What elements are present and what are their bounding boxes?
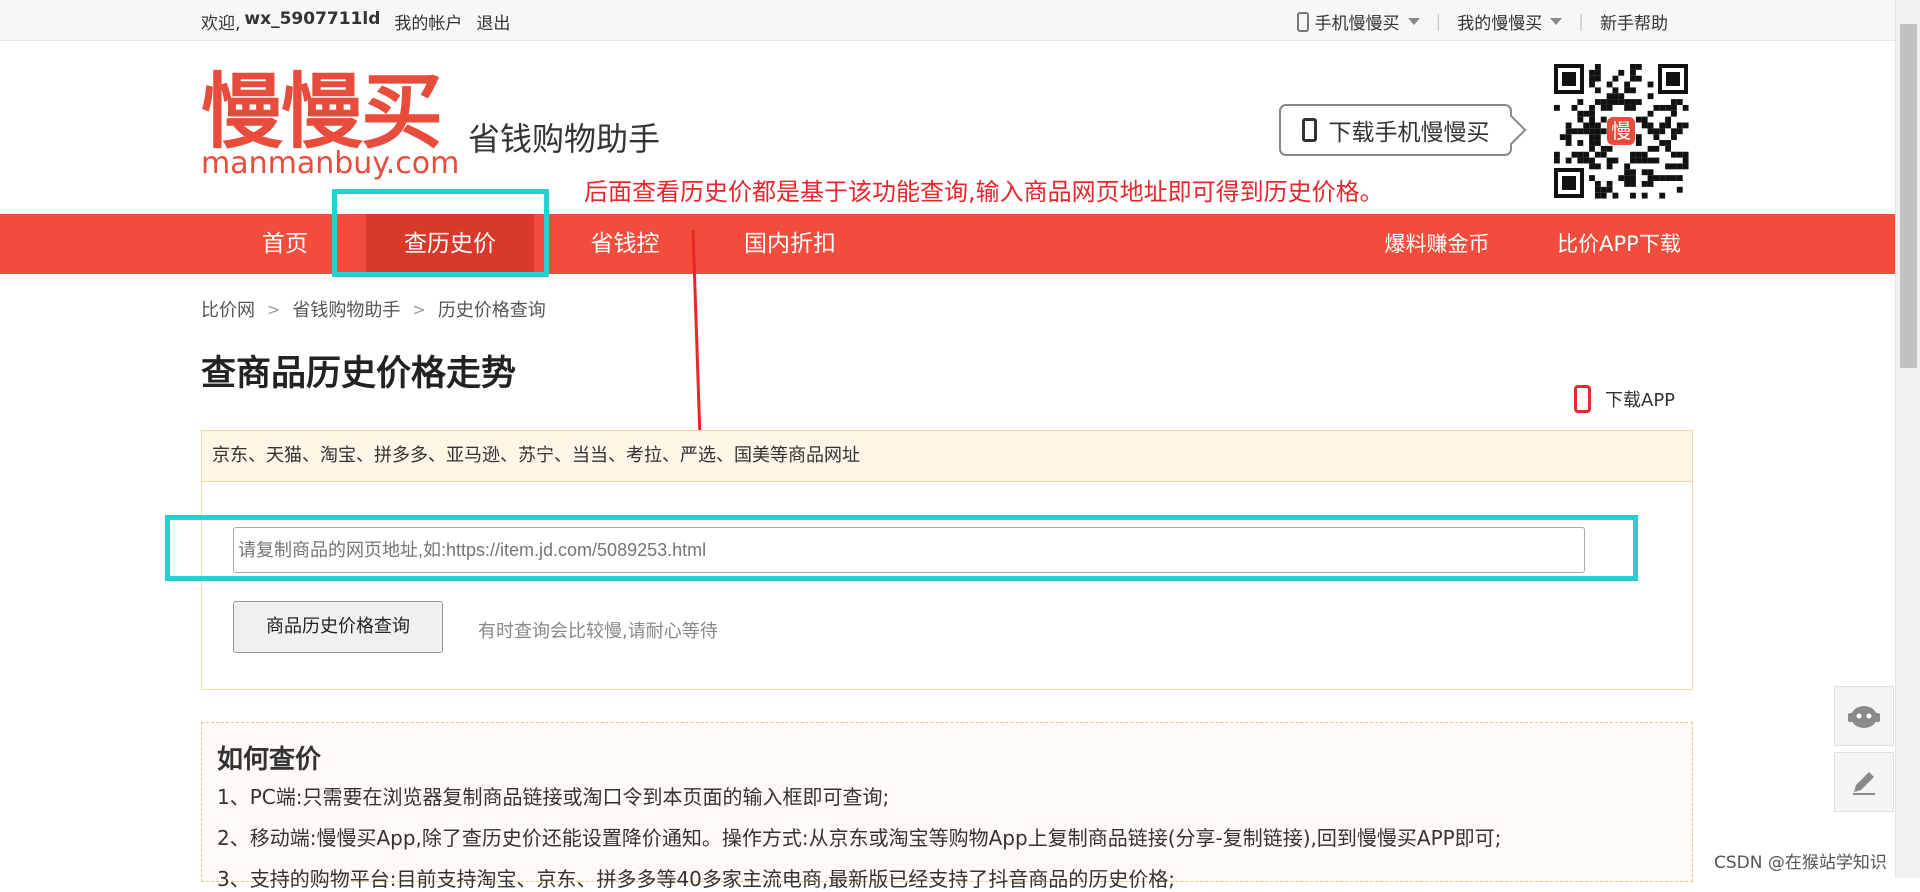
scrollbar[interactable] bbox=[1895, 0, 1920, 878]
download-phone-app-label: 下载手机慢慢买 bbox=[1328, 120, 1490, 146]
breadcrumb-item[interactable]: 比价网 bbox=[201, 296, 255, 322]
top-bar-right: 手机慢慢买 | 我的慢慢买 | 新手帮助 bbox=[1296, 9, 1668, 34]
how-to-line: 2、移动端:慢慢买App,除了查历史价还能设置降价通知。操作方式:从京东或淘宝等… bbox=[217, 826, 1502, 850]
csdn-watermark: CSDN @在猴站学知识 bbox=[1714, 853, 1887, 873]
breadcrumb-item[interactable]: 省钱购物助手 bbox=[292, 296, 400, 322]
mobile-app-menu[interactable]: 手机慢慢买 bbox=[1315, 9, 1400, 34]
chevron-right-icon: > bbox=[267, 299, 281, 319]
nav-tip-earn-coins[interactable]: 爆料赚金币 bbox=[1372, 214, 1502, 274]
my-account-link[interactable]: 我的帐户 bbox=[394, 9, 462, 34]
breadcrumb: 比价网 > 省钱购物助手 > 历史价格查询 bbox=[201, 296, 546, 322]
logo-chinese[interactable]: 慢慢买 bbox=[201, 72, 443, 154]
breadcrumb-item: 历史价格查询 bbox=[437, 300, 546, 321]
customer-service-button[interactable] bbox=[1834, 686, 1894, 746]
page-title: 查商品历史价格走势 bbox=[201, 354, 517, 394]
welcome-text: 欢迎, bbox=[201, 14, 241, 34]
annotation-note: 后面查看历史价都是基于该功能查询,输入商品网页地址即可得到历史价格。 bbox=[584, 178, 1384, 206]
top-bar: 欢迎, wx_5907711ld 我的帐户 退出 手机慢慢买 | 我的慢慢买 |… bbox=[0, 0, 1895, 41]
history-price-query-button[interactable]: 商品历史价格查询 bbox=[233, 601, 443, 653]
mobile-phone-icon bbox=[1296, 11, 1309, 32]
top-bar-left: 欢迎, wx_5907711ld 我的帐户 退出 bbox=[201, 9, 510, 34]
nav-save-money[interactable]: 省钱控 bbox=[570, 214, 680, 274]
nav-home[interactable]: 首页 bbox=[240, 214, 330, 274]
annotation-highlight-input bbox=[165, 515, 1638, 581]
my-mmb-menu[interactable]: 我的慢慢买 bbox=[1457, 9, 1542, 34]
how-to-section: 如何查价 1、PC端:只需要在浏览器复制商品链接或淘口令到本页面的输入框即可查询… bbox=[201, 722, 1693, 891]
chat-robot-icon bbox=[1848, 706, 1880, 728]
username[interactable]: wx_5907711ld bbox=[244, 9, 380, 34]
query-hint: 有时查询会比较慢,请耐心等待 bbox=[478, 621, 718, 642]
divider: | bbox=[1578, 11, 1584, 32]
download-app-link[interactable]: 下载APP bbox=[1574, 385, 1675, 413]
nav-app-download[interactable]: 比价APP下载 bbox=[1546, 214, 1692, 274]
how-to-title: 如何查价 bbox=[217, 745, 322, 775]
qr-logo-text: 慢 bbox=[1611, 119, 1631, 143]
chevron-down-icon[interactable] bbox=[1550, 18, 1563, 25]
download-app-label: 下载APP bbox=[1605, 390, 1676, 411]
nav-domestic-discount[interactable]: 国内折扣 bbox=[730, 214, 850, 274]
scrollbar-thumb[interactable] bbox=[1900, 24, 1917, 368]
divider: | bbox=[1435, 11, 1442, 32]
annotation-highlight-nav bbox=[332, 189, 549, 277]
download-phone-app-button[interactable]: 下载手机慢慢买 bbox=[1279, 104, 1512, 156]
slogan: 省钱购物助手 bbox=[468, 120, 661, 158]
help-link[interactable]: 新手帮助 bbox=[1600, 9, 1668, 34]
chevron-right-icon: > bbox=[412, 299, 426, 319]
phone-icon bbox=[1574, 385, 1591, 413]
pencil-icon bbox=[1853, 772, 1875, 795]
how-to-line: 1、PC端:只需要在浏览器复制商品链接或淘口令到本页面的输入框即可查询; bbox=[217, 785, 890, 809]
qr-code: 慢 bbox=[1552, 62, 1690, 200]
logo-domain[interactable]: manmanbuy.com bbox=[201, 149, 459, 179]
chevron-down-icon[interactable] bbox=[1407, 18, 1420, 25]
feedback-button[interactable] bbox=[1834, 752, 1894, 812]
logout-link[interactable]: 退出 bbox=[476, 9, 510, 34]
phone-icon bbox=[1301, 118, 1317, 142]
supported-platforms: 京东、天猫、淘宝、拼多多、亚马逊、苏宁、当当、考拉、严选、国美等商品网址 bbox=[202, 431, 1692, 482]
main-nav: 首页 查历史价 省钱控 国内折扣 爆料赚金币 比价APP下载 bbox=[0, 214, 1895, 274]
